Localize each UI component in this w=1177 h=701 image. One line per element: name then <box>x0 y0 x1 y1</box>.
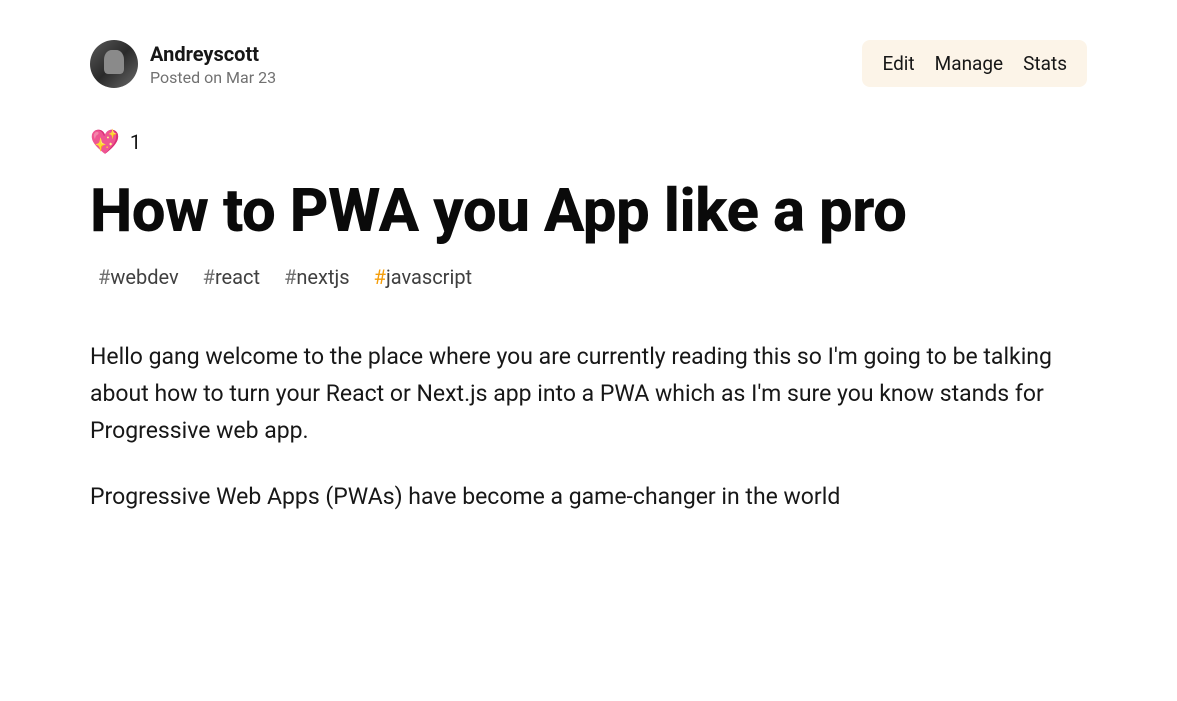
article-paragraph: Hello gang welcome to the place where yo… <box>90 339 1087 449</box>
tag-nextjs[interactable]: #nextjs <box>284 265 350 289</box>
reactions-bar[interactable]: 💖 1 <box>90 128 1087 156</box>
tag-javascript[interactable]: #javascript <box>374 265 472 289</box>
stats-button[interactable]: Stats <box>1023 52 1067 75</box>
manage-button[interactable]: Manage <box>935 52 1004 75</box>
tags-list: #webdev #react #nextjs #javascript <box>90 265 1087 289</box>
tag-react[interactable]: #react <box>203 265 260 289</box>
tag-webdev[interactable]: #webdev <box>98 265 179 289</box>
post-date: Posted on Mar 23 <box>150 68 276 87</box>
heart-sparkle-icon: 💖 <box>90 128 120 156</box>
author-section: Andreyscott Posted on Mar 23 <box>90 40 276 88</box>
article-paragraph: Progressive Web Apps (PWAs) have become … <box>90 479 1087 516</box>
article-actions: Edit Manage Stats <box>862 40 1087 87</box>
author-info: Andreyscott Posted on Mar 23 <box>150 42 276 87</box>
reaction-count: 1 <box>130 130 141 154</box>
edit-button[interactable]: Edit <box>882 52 914 75</box>
author-name[interactable]: Andreyscott <box>150 42 276 66</box>
author-avatar[interactable] <box>90 40 138 88</box>
article-header: Andreyscott Posted on Mar 23 Edit Manage… <box>90 40 1087 88</box>
article-title: How to PWA you App like a pro <box>90 176 1087 245</box>
